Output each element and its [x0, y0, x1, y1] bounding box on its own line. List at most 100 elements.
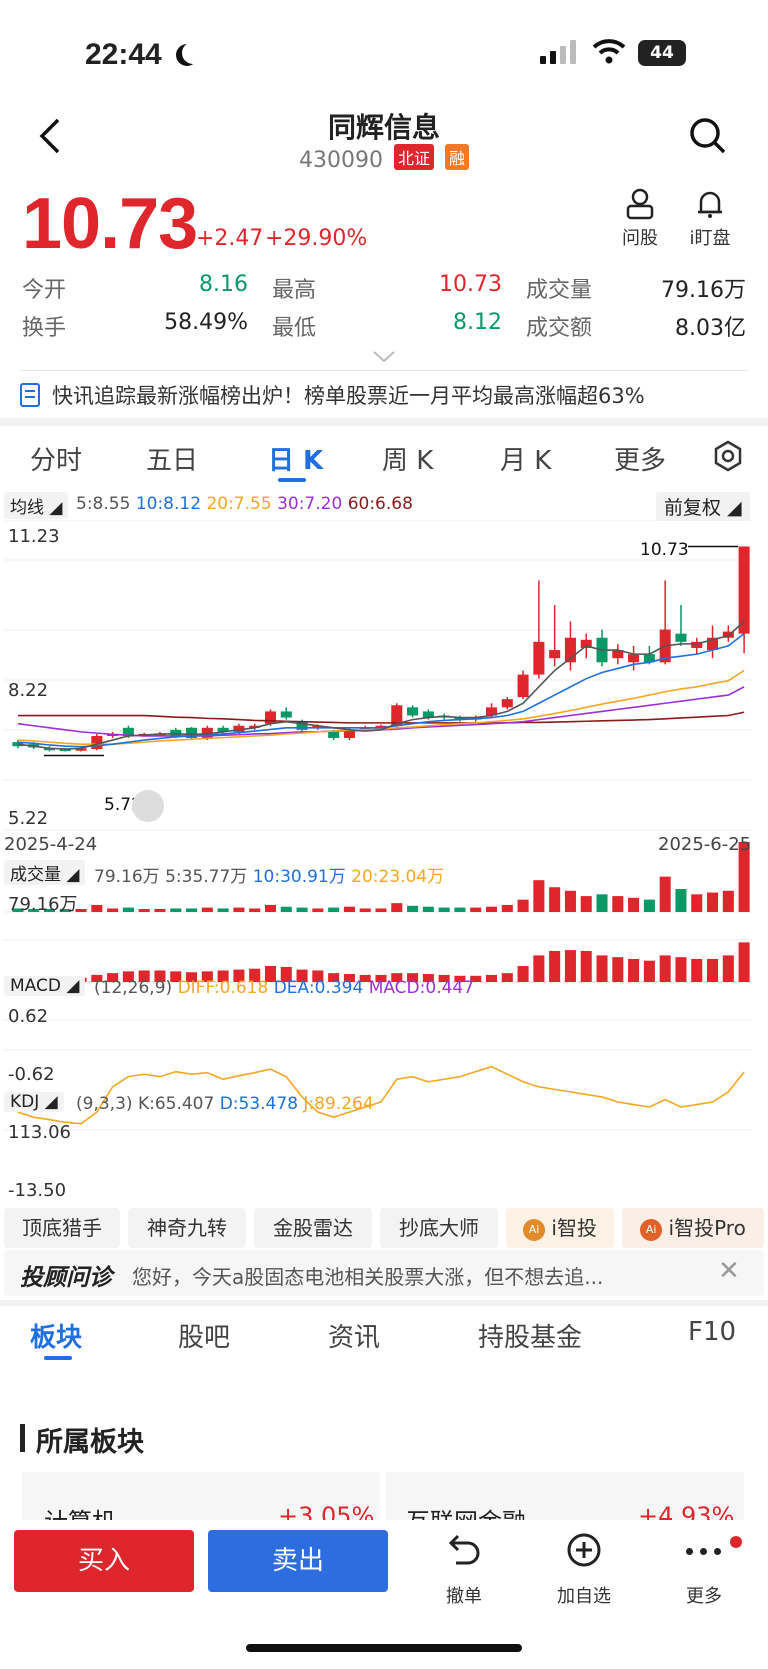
candle-body [549, 650, 561, 659]
add-watchlist-button[interactable]: 加自选 [544, 1532, 624, 1612]
tab-more[interactable]: 更多 [614, 440, 666, 477]
margin-badge: 融 [444, 144, 469, 170]
candle-body [407, 707, 419, 716]
low-label: 最低 [272, 316, 317, 341]
wifi-icon [592, 39, 626, 64]
kdj-j: J:89.264 [303, 1094, 374, 1114]
tab-monthly-k[interactable]: 月 K [500, 440, 551, 477]
ai-invest-pro-label: i智投Pro [668, 1216, 746, 1240]
kdj-selector[interactable]: KDJ ◢ [4, 1092, 64, 1112]
more-dots-icon [686, 1548, 726, 1556]
volume-value: 79.16万 [661, 278, 746, 303]
tab-weekly-k[interactable]: 周 K [382, 440, 433, 477]
close-icon[interactable]: ✕ [718, 1256, 740, 1286]
adjust-selector[interactable]: 前复权 ◢ [656, 492, 750, 521]
tab-f10[interactable]: F10 [688, 1317, 736, 1347]
tool-bottom-master[interactable]: 抄底大师 [380, 1208, 498, 1248]
advisor-text: 您好，今天a股固态电池相关股票大涨，但不想去追... [132, 1265, 604, 1289]
macd-bar [564, 950, 576, 982]
tab-sector[interactable]: 板块 [30, 1317, 82, 1354]
signal-icon [540, 40, 576, 64]
person-icon [626, 188, 654, 220]
search-icon[interactable] [688, 116, 728, 156]
candle-body [264, 711, 277, 724]
macd-bar [596, 955, 608, 982]
volume-selector[interactable]: 成交量 ◢ [4, 860, 86, 885]
volume-bar [201, 907, 213, 912]
add-circle-icon [567, 1533, 601, 1567]
ma60-value: 60:6.68 [347, 494, 413, 514]
ask-stock-button[interactable]: 问股 [610, 188, 670, 250]
kdj-d: D:53.478 [219, 1094, 299, 1114]
macd-bar [643, 960, 655, 982]
more-button[interactable]: 更多 [664, 1532, 744, 1612]
volume-bar [122, 907, 134, 912]
volume-bar [549, 887, 561, 912]
volume-bar [343, 906, 355, 912]
macd-bar [628, 958, 640, 982]
bottom-tab-indicator [44, 1356, 72, 1360]
turnover-value: 58.49% [164, 310, 248, 335]
tool-ai-invest[interactable]: Ai i智投 [506, 1208, 614, 1248]
volume-bar [422, 906, 434, 912]
volume-bar [438, 907, 450, 912]
sell-button[interactable]: 卖出 [208, 1530, 388, 1592]
macd-bottom-label: -0.62 [8, 1064, 55, 1085]
macd-selector[interactable]: MACD ◢ [4, 976, 86, 996]
tab-funds[interactable]: 持股基金 [478, 1317, 582, 1354]
ma10-value: 10:8.12 [135, 494, 202, 514]
volume-current: 79.16万 [94, 867, 160, 887]
high-label: 最高 [272, 278, 317, 303]
volume-bar [454, 907, 466, 912]
undo-icon [448, 1534, 480, 1565]
battery-icon: 44 [638, 40, 686, 66]
volume-bar [407, 905, 419, 912]
volume-bar [628, 897, 640, 912]
macd-bar [707, 958, 719, 982]
macd-bar [722, 955, 734, 982]
date-end: 2025-6-25 [658, 834, 752, 855]
kline-mid-label: 8.22 [8, 680, 49, 701]
watch-board-button[interactable]: i盯盘 [680, 188, 740, 250]
candle-body [517, 674, 529, 698]
tab-intraday[interactable]: 分时 [30, 440, 82, 477]
tab-forum[interactable]: 股吧 [178, 1317, 230, 1354]
candle-body [328, 731, 340, 739]
ma-selector[interactable]: 均线 ◢ [4, 492, 69, 519]
settings-icon[interactable] [712, 440, 744, 472]
candle-body [501, 699, 513, 708]
macd-bar [738, 942, 750, 982]
tool-top-bottom-hunter[interactable]: 顶底猎手 [4, 1208, 120, 1248]
stock-name: 同辉信息 [327, 111, 440, 144]
turnover-label: 换手 [22, 316, 67, 341]
macd-bar [612, 957, 624, 982]
ma5-value: 5:8.55 [76, 494, 131, 514]
tab-five-day[interactable]: 五日 [146, 440, 198, 477]
volume-ma20: 20:23.04万 [351, 867, 445, 887]
tool-ai-invest-pro[interactable]: Ai i智投Pro [622, 1208, 764, 1248]
tab-news[interactable]: 资讯 [328, 1317, 380, 1354]
volume-bar [233, 907, 245, 912]
ma20-value: 20:7.55 [206, 494, 272, 514]
macd-selector-label: MACD [10, 976, 61, 996]
section-divider [0, 418, 768, 426]
macd-diff: DIFF:0.618 [177, 978, 269, 998]
expand-chevron-icon[interactable] [372, 350, 396, 364]
amount-value: 8.03亿 [675, 316, 746, 341]
tool-gold-radar[interactable]: 金股雷达 [254, 1208, 372, 1248]
tab-daily-k[interactable]: 日 K [268, 440, 323, 477]
volume-bar [659, 876, 671, 912]
tool-magic-nine[interactable]: 神奇九转 [128, 1208, 246, 1248]
news-banner[interactable]: 快讯追踪最新涨幅榜出炉！榜单股票近一月平均最高涨幅超63% [20, 380, 645, 410]
chart-expand-icon[interactable] [132, 790, 164, 822]
status-time: 22:44 [85, 38, 162, 71]
ma60-line [17, 711, 745, 724]
undo-button[interactable]: 撤单 [424, 1532, 504, 1612]
volume-bar [328, 907, 340, 912]
macd-bar [580, 950, 592, 982]
ma-label: 均线 [10, 498, 44, 518]
volume-bar [186, 908, 198, 912]
kdj-selector-label: KDJ [10, 1092, 40, 1112]
buy-button[interactable]: 买入 [14, 1530, 194, 1592]
volume-bar [533, 880, 545, 912]
